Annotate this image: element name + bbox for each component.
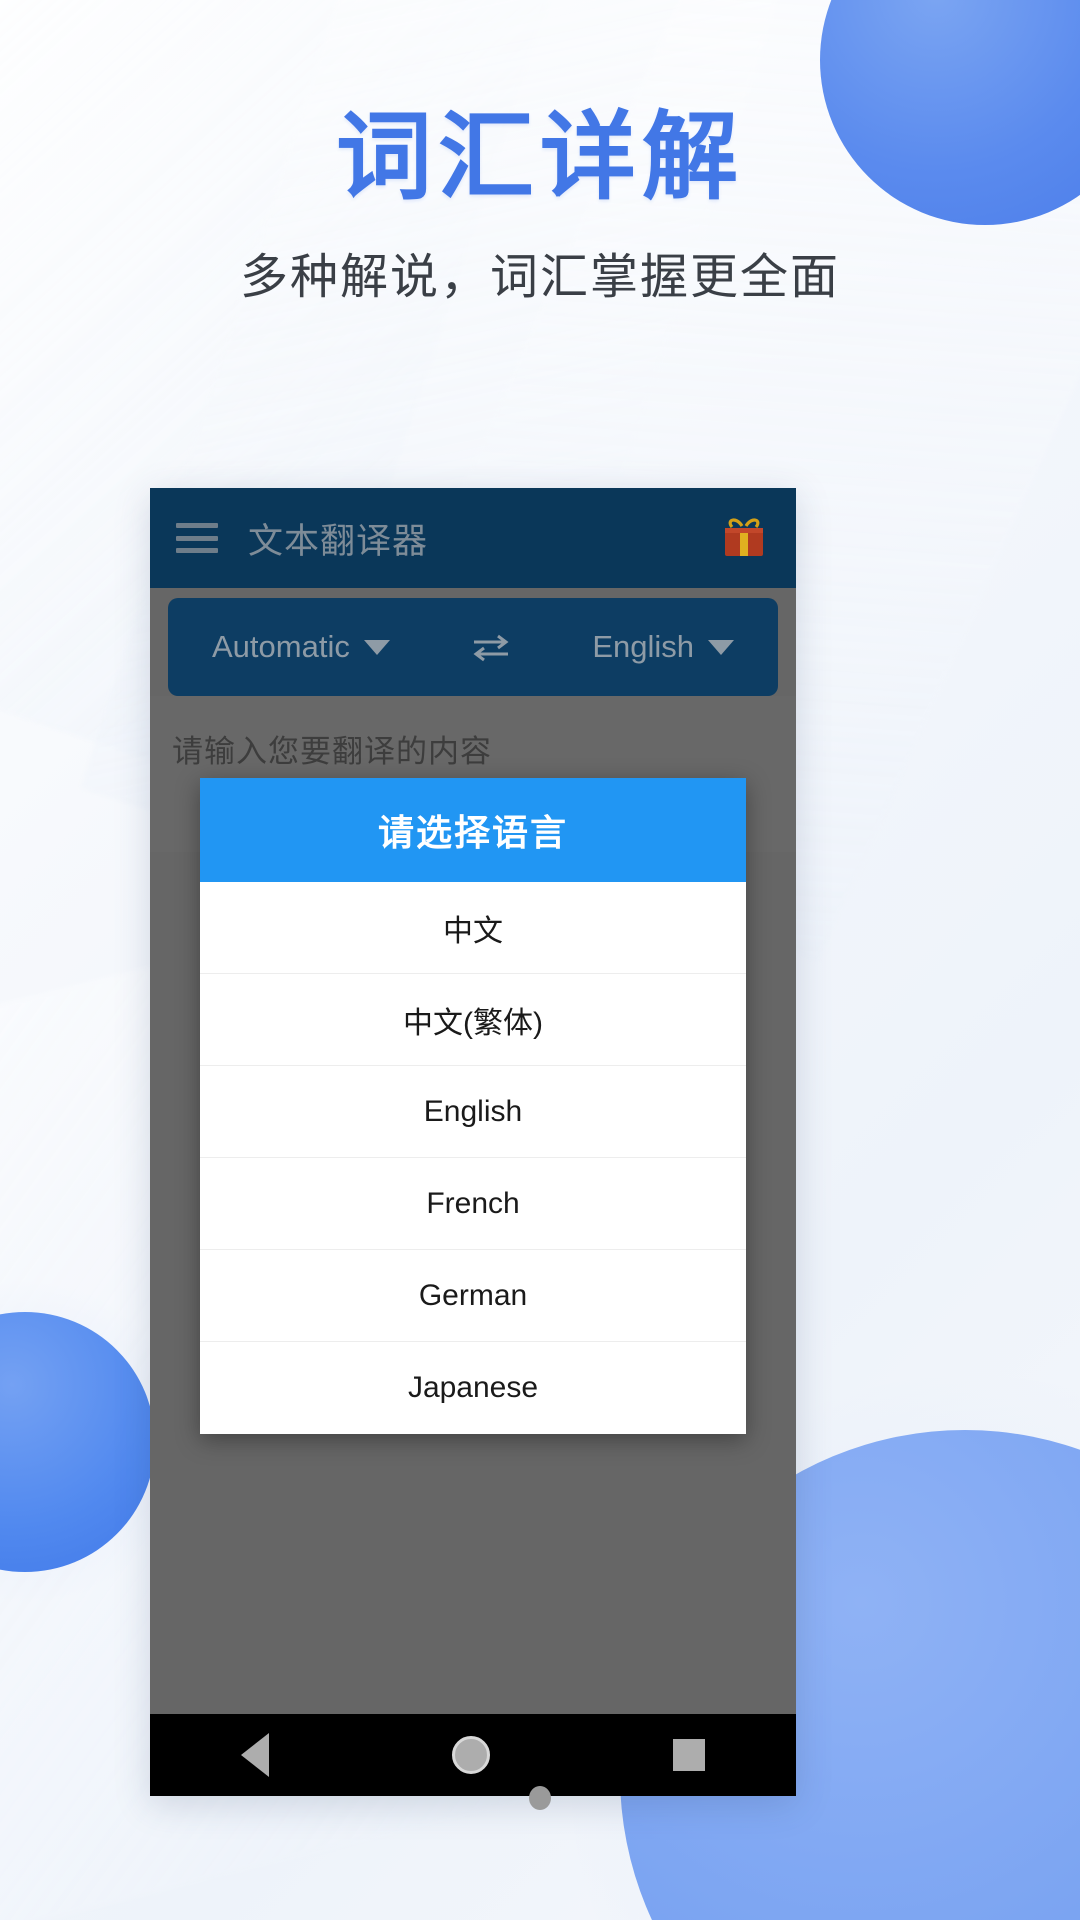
language-option-label: 中文(繁体) <box>403 1006 543 1040</box>
language-option-label: English <box>423 1094 523 1128</box>
swap-arrows-icon[interactable] <box>468 630 514 664</box>
language-bar: Automatic English <box>168 598 778 696</box>
language-option-label: Japanese <box>407 1371 539 1404</box>
dialog-title: 请选择语言 <box>377 812 568 853</box>
target-language-label: English <box>592 629 694 664</box>
list-item[interactable]: English <box>200 1066 746 1158</box>
hamburger-bar <box>176 548 218 553</box>
page-title: 词汇详解 <box>336 104 744 211</box>
list-item[interactable]: French <box>200 1158 746 1250</box>
app-title: 文本翻译器 <box>248 521 429 561</box>
list-item[interactable]: 中文(繁体) <box>200 974 746 1066</box>
dialog-header: 请选择语言 <box>200 778 746 882</box>
list-item[interactable]: 中文 <box>200 882 746 974</box>
hamburger-menu-icon[interactable] <box>176 523 218 553</box>
android-nav-bar <box>150 1714 796 1796</box>
phone-bottom-nub <box>529 1786 551 1810</box>
gift-icon[interactable] <box>718 514 770 562</box>
triangle-back-icon[interactable] <box>241 1733 270 1777</box>
chevron-down-icon <box>708 639 734 655</box>
circle-home-icon[interactable] <box>451 1736 490 1774</box>
source-language-selector[interactable]: Automatic <box>212 629 390 665</box>
target-language-selector[interactable]: English <box>592 629 734 665</box>
square-recents-icon[interactable] <box>672 1739 705 1771</box>
language-option-label: 中文 <box>443 914 503 948</box>
language-option-label: French <box>426 1186 520 1220</box>
list-item[interactable]: German <box>200 1250 746 1342</box>
page-subtitle: 多种解说，词汇掌握更全面 <box>239 250 840 304</box>
list-item[interactable]: Japanese <box>200 1342 746 1434</box>
language-selection-dialog: 请选择语言 中文 中文(繁体) English French German Ja… <box>200 778 746 1434</box>
hamburger-bar <box>176 535 218 541</box>
promo-headline: 词汇详解 多种解说，词汇掌握更全面 <box>0 104 1080 308</box>
translation-input-placeholder: 请输入您要翻译的内容 <box>172 734 492 769</box>
language-bar-container: Automatic English <box>150 588 796 696</box>
language-option-label: German <box>418 1278 528 1312</box>
app-bar: 文本翻译器 <box>150 488 796 588</box>
hamburger-bar <box>176 523 218 528</box>
source-language-label: Automatic <box>212 629 350 664</box>
chevron-down-icon <box>363 639 390 655</box>
